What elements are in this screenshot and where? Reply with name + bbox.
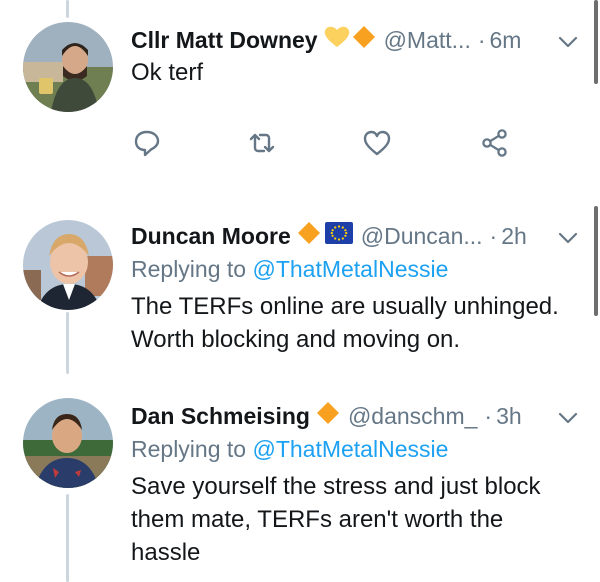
scrollbar[interactable]: [594, 0, 598, 84]
tweet-header: Duncan Moore @Duncan... · 2h: [131, 218, 527, 254]
timestamp[interactable]: 2h: [501, 223, 527, 250]
tweet-header: Cllr Matt Downey @Matt... · 6m: [131, 22, 521, 58]
chevron-down-icon[interactable]: [557, 410, 579, 426]
display-name[interactable]: Duncan Moore: [131, 223, 291, 250]
thread-line-middle: [66, 312, 69, 374]
tweet-text: Ok terf: [131, 56, 203, 89]
tweet-text-line: Save yourself the stress and just block: [131, 473, 541, 500]
separator-dot: ·: [489, 222, 498, 249]
replying-to: Replying to @ThatMetalNessie: [131, 436, 448, 463]
reply-mention-link[interactable]: @ThatMetalNessie: [252, 436, 448, 462]
tweet-text: The TERFs online are usually unhinged. W…: [131, 290, 559, 356]
avatar-image: [23, 22, 113, 112]
tweet-text: Save yourself the stress and just block …: [131, 470, 541, 569]
reply-mention-link[interactable]: @ThatMetalNessie: [252, 256, 448, 282]
share-icon[interactable]: [480, 128, 510, 158]
tweet-text-line: Ok terf: [131, 59, 204, 86]
tweet-text-line: hassle: [131, 539, 201, 566]
replying-to-label: Replying to: [131, 436, 247, 462]
separator-dot: ·: [484, 402, 493, 429]
chevron-down-icon[interactable]: [557, 230, 579, 246]
avatar[interactable]: [23, 398, 113, 488]
display-name[interactable]: Cllr Matt Downey: [131, 27, 318, 54]
tweet-header: Dan Schmeising @danschm_ · 3h: [131, 398, 522, 434]
replying-to-label: Replying to: [131, 256, 247, 282]
timestamp[interactable]: 6m: [490, 27, 522, 54]
separator-dot: ·: [477, 26, 486, 53]
tweet-text-line: The TERFs online are usually unhinged.: [131, 293, 559, 320]
like-icon[interactable]: [362, 128, 392, 158]
orange-diamond-icon: [316, 401, 340, 431]
avatar-image: [23, 220, 113, 310]
orange-diamond-icon: [297, 221, 321, 251]
reply-icon[interactable]: [132, 128, 162, 158]
chevron-down-icon[interactable]: [557, 34, 579, 50]
timestamp[interactable]: 3h: [496, 403, 522, 430]
avatar[interactable]: [23, 220, 113, 310]
handle[interactable]: @Matt...: [384, 27, 471, 54]
tweet-text-line: them mate, TERFs aren't worth the: [131, 506, 504, 533]
yellow-heart-icon: [324, 25, 350, 55]
replying-to: Replying to @ThatMetalNessie: [131, 256, 448, 283]
display-name[interactable]: Dan Schmeising: [131, 403, 310, 430]
avatar-image: [23, 398, 113, 488]
thread-line-top: [66, 0, 69, 18]
handle[interactable]: @danschm_: [348, 403, 477, 430]
tweet-text-line: Worth blocking and moving on.: [131, 326, 461, 353]
eu-flag-icon: [324, 222, 353, 250]
scrollbar-lower[interactable]: [594, 206, 598, 316]
thread-line-bottom: [66, 494, 69, 582]
handle[interactable]: @Duncan...: [361, 223, 483, 250]
avatar[interactable]: [23, 22, 113, 112]
retweet-icon[interactable]: [247, 128, 277, 158]
orange-diamond-icon: [352, 25, 376, 55]
